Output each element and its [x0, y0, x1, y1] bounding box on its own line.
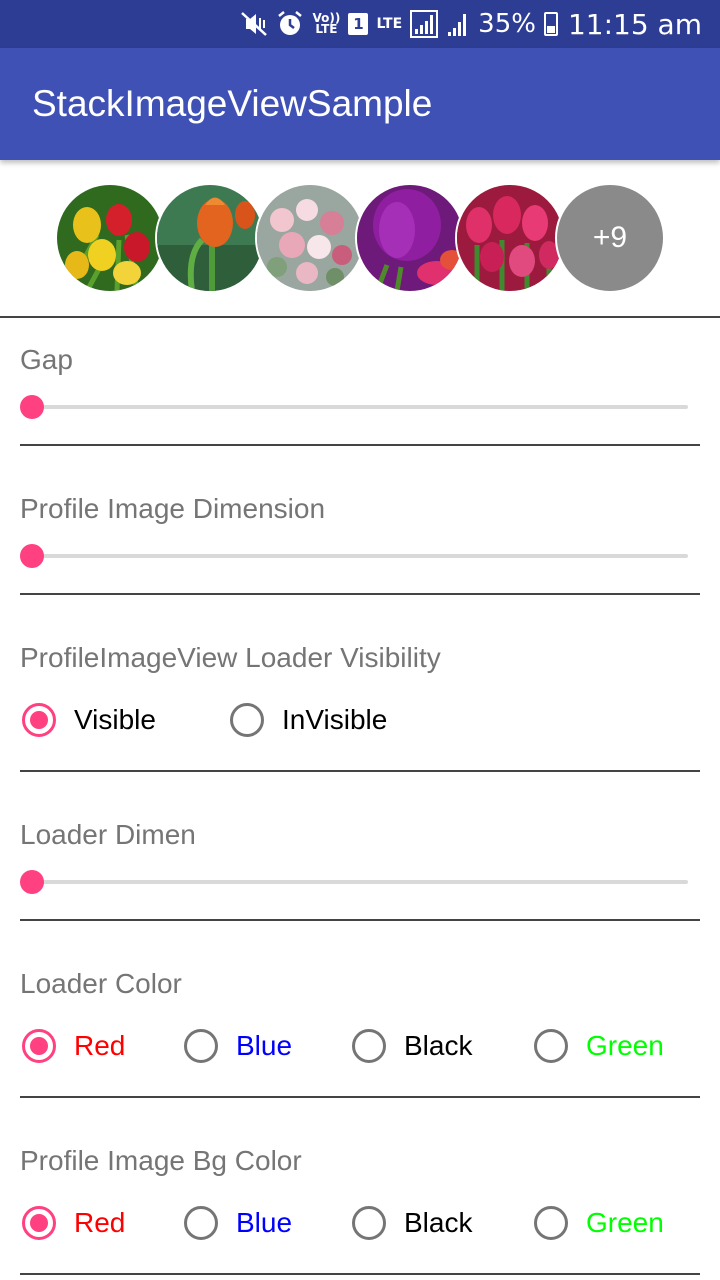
app-title: StackImageViewSample — [32, 83, 433, 124]
radio-button-checked[interactable] — [22, 703, 56, 737]
profile-image-dimension-slider-track — [32, 554, 688, 558]
divider — [0, 316, 720, 318]
purple-tulip-image[interactable] — [355, 183, 465, 293]
gap-slider[interactable] — [20, 393, 688, 421]
battery-percentage: 35% — [478, 9, 536, 39]
radio-bg-black[interactable]: Black — [352, 1201, 472, 1245]
clock: 11:15 am — [567, 7, 702, 41]
mute-vibrate-icon — [240, 11, 268, 37]
radio-bg-red[interactable]: Red — [22, 1201, 125, 1245]
radio-loader-black[interactable]: Black — [352, 1024, 472, 1068]
pink-tulips-image[interactable] — [455, 183, 565, 293]
radio-visible[interactable]: Visible — [22, 698, 156, 742]
pink-flower-bouquet-image[interactable] — [255, 183, 365, 293]
radio-loader-red[interactable]: Red — [22, 1024, 125, 1068]
radio-label: Red — [74, 1030, 126, 1061]
alarm-icon — [276, 10, 304, 38]
tulips-red-yellow-image[interactable] — [55, 183, 165, 293]
radio-label: InVisible — [282, 704, 388, 735]
more-count-badge[interactable]: +9 — [555, 183, 665, 293]
radio-label: Blue — [236, 1030, 293, 1061]
profile-image-dimension-label: Profile Image Dimension — [20, 493, 326, 524]
radio-loader-green[interactable]: Green — [534, 1024, 664, 1068]
divider — [20, 444, 700, 446]
gap-label: Gap — [20, 344, 73, 375]
radio-label: Black — [404, 1207, 473, 1238]
loader-dimen-label: Loader Dimen — [20, 819, 196, 850]
radio-button[interactable] — [534, 1029, 568, 1063]
radio-label: Visible — [74, 704, 156, 735]
orange-tulip-image[interactable] — [155, 183, 265, 293]
signal-icon-2 — [446, 10, 470, 38]
lte-icon: LTE — [376, 15, 403, 32]
radio-bg-green[interactable]: Green — [534, 1201, 664, 1245]
loader-visibility-label: ProfileImageView Loader Visibility — [20, 642, 441, 673]
divider — [20, 1273, 700, 1275]
radio-button[interactable] — [534, 1206, 568, 1240]
radio-invisible[interactable]: InVisible — [230, 698, 387, 742]
radio-button[interactable] — [184, 1029, 218, 1063]
radio-label: Blue — [236, 1207, 293, 1238]
gap-slider-thumb[interactable] — [20, 395, 44, 419]
sim-1-icon: 1 — [348, 13, 369, 35]
profile-image-dimension-slider[interactable] — [20, 542, 688, 570]
radio-label: Green — [586, 1207, 664, 1238]
profile-image-dimension-slider-thumb[interactable] — [20, 544, 44, 568]
radio-label: Red — [74, 1207, 126, 1238]
loader-color-label: Loader Color — [20, 968, 182, 999]
loader-dimen-slider-thumb[interactable] — [20, 870, 44, 894]
gap-slider-track — [32, 405, 688, 409]
radio-button[interactable] — [184, 1206, 218, 1240]
status-bar: Vo)) LTE 1 LTE 35% 11:15 am — [0, 0, 720, 48]
volte-icon: Vo)) LTE — [312, 11, 341, 36]
radio-label: Green — [586, 1030, 664, 1061]
loader-dimen-slider[interactable] — [20, 868, 688, 896]
radio-button[interactable] — [352, 1206, 386, 1240]
profile-image-bg-color-label: Profile Image Bg Color — [20, 1145, 302, 1176]
radio-label: Black — [404, 1030, 473, 1061]
radio-button-checked[interactable] — [22, 1206, 56, 1240]
signal-icon — [410, 10, 439, 38]
radio-button-checked[interactable] — [22, 1029, 56, 1063]
radio-button[interactable] — [230, 703, 264, 737]
radio-button[interactable] — [352, 1029, 386, 1063]
divider — [20, 919, 700, 921]
divider — [20, 1096, 700, 1098]
radio-bg-blue[interactable]: Blue — [184, 1201, 292, 1245]
stack-image-view[interactable]: +9 — [55, 183, 675, 293]
divider — [20, 593, 700, 595]
divider — [20, 770, 700, 772]
loader-dimen-slider-track — [32, 880, 688, 884]
radio-loader-blue[interactable]: Blue — [184, 1024, 292, 1068]
battery-icon — [543, 12, 558, 36]
app-bar: StackImageViewSample — [0, 48, 720, 160]
